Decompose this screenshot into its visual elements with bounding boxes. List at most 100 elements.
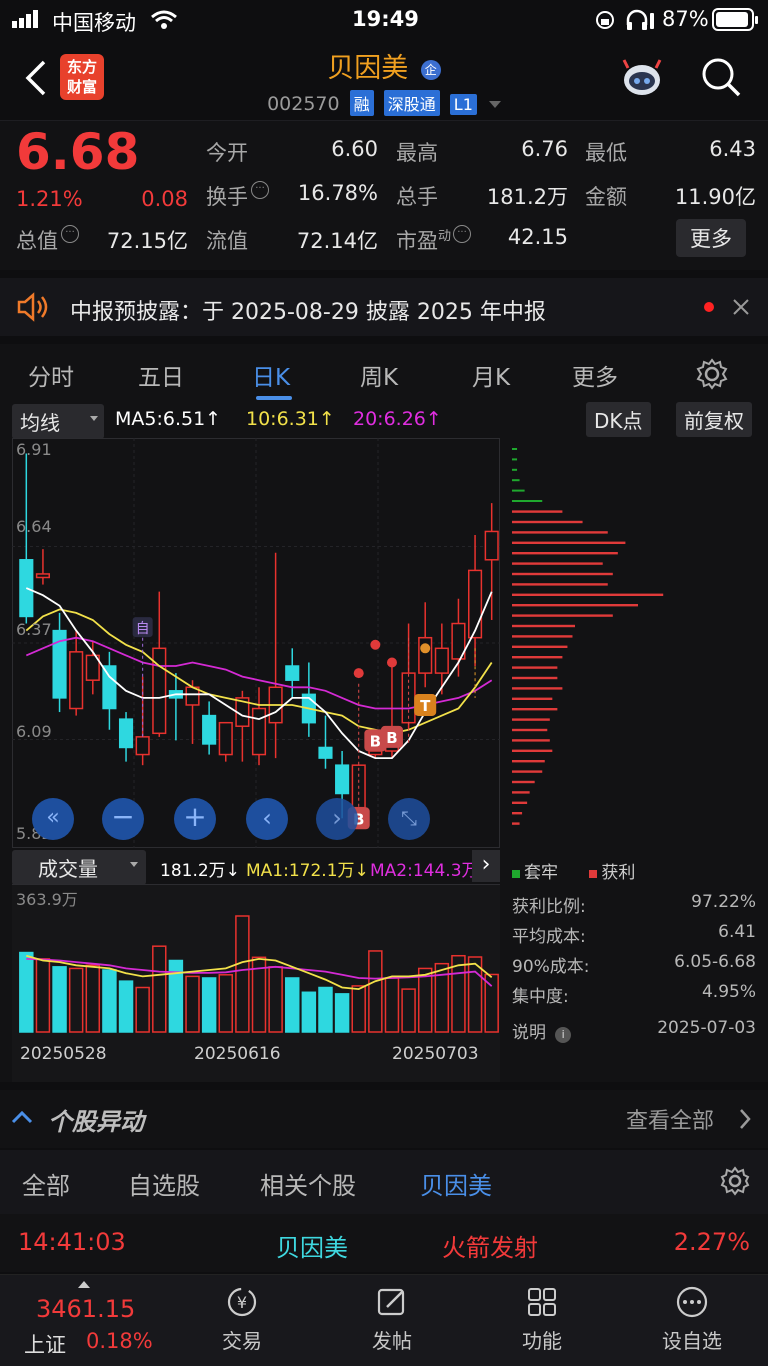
volume-max-label: 363.9万: [16, 890, 78, 909]
carrier-name: 中国移动: [52, 11, 136, 35]
volume-ma1-legend: MA1:172.1万↓: [246, 861, 369, 881]
svg-text:¥: ¥: [237, 1293, 247, 1312]
self-marker: 自: [132, 617, 153, 638]
chevron-right-icon[interactable]: ›: [472, 850, 500, 882]
tab-more[interactable]: 更多: [572, 358, 618, 392]
tab-daily-k[interactable]: 日K: [252, 358, 290, 392]
volume-bar-down: [201, 977, 217, 1033]
value-float-value: 72.14亿: [296, 229, 378, 253]
trade-icon: ¥: [227, 1287, 257, 1317]
self-marker-text: 自: [136, 621, 150, 637]
indicator-selector[interactable]: 均线: [12, 404, 104, 439]
forward-adjust-button[interactable]: 前复权: [676, 402, 752, 437]
tab-five-day[interactable]: 五日: [138, 358, 184, 392]
info-icon[interactable]: i: [555, 1027, 572, 1043]
index-value[interactable]: 3461.15: [36, 1295, 135, 1323]
label-float-value: 流值: [206, 229, 248, 253]
fullscreen-button[interactable]: ⤡: [388, 798, 430, 840]
value-pe: 42.15: [507, 225, 568, 249]
index-name[interactable]: 上证: [24, 1329, 66, 1359]
active-tab-indicator: [256, 396, 292, 400]
chip-legend: 套牢 获利: [512, 858, 635, 883]
tag-level: L1: [449, 94, 477, 115]
value-low: 6.43: [709, 137, 756, 161]
volume-indicator-selector[interactable]: 成交量: [12, 850, 146, 885]
volume-bar-down: [102, 969, 117, 1033]
movement-percent: 2.27%: [673, 1228, 750, 1256]
last-price: 6.68: [16, 123, 140, 181]
label-pe: 市盈动 ···: [396, 225, 472, 255]
y-tick-label: 6.09: [16, 722, 52, 741]
movement-row[interactable]: 14:41:03 贝因美 火箭发射 2.27%: [0, 1214, 768, 1272]
quote-panel: 6.68 1.21% 0.08 总值 ··· 72.15亿 今开 6.60 换手 ·…: [0, 120, 768, 270]
chip-bar-profit: [512, 552, 618, 555]
nav-functions[interactable]: 功能: [482, 1285, 602, 1354]
tab-all[interactable]: 全部: [22, 1166, 70, 1201]
chip-bar-profit: [512, 822, 520, 825]
chip-distribution-chart: [512, 448, 664, 825]
change-amount: 0.08: [141, 187, 188, 211]
signal-dot: [370, 639, 381, 650]
tab-intraday[interactable]: 分时: [28, 358, 74, 392]
tab-weekly-k[interactable]: 周K: [360, 358, 398, 392]
chip-bar-trapped: [512, 458, 518, 461]
candle-down: [102, 665, 117, 710]
chip-bar-profit: [512, 583, 608, 586]
candle-up: [135, 736, 150, 756]
dk-point-button[interactable]: DK点: [586, 402, 651, 437]
chip-bar-profit: [512, 749, 553, 752]
index-percent: 0.18%: [86, 1329, 153, 1353]
trapped-swatch: [512, 870, 520, 878]
nav-functions-label: 功能: [522, 1329, 562, 1353]
settings-gear-icon[interactable]: [696, 358, 728, 390]
unread-dot: [704, 302, 714, 312]
settings-gear-icon[interactable]: [720, 1166, 750, 1196]
stock-movement-header[interactable]: 个股异动 查看全部: [0, 1090, 768, 1148]
tab-monthly-k[interactable]: 月K: [472, 358, 510, 392]
scroll-left-fast-button[interactable]: «: [32, 798, 74, 840]
value-volume: 181.2万: [486, 185, 568, 209]
zoom-in-button[interactable]: +: [174, 798, 216, 840]
scroll-right-button[interactable]: ›: [316, 798, 358, 840]
chip-bar-profit: [512, 770, 543, 773]
chevron-up-icon[interactable]: [10, 1108, 34, 1126]
take-marker: T: [414, 693, 437, 716]
tab-watchlist[interactable]: 自选股: [128, 1166, 200, 1201]
view-all-link[interactable]: 查看全部: [626, 1103, 714, 1135]
chip-bar-profit: [512, 656, 563, 659]
tab-current-stock[interactable]: 贝因美: [420, 1166, 492, 1201]
chip-bar-profit: [512, 572, 613, 576]
x-tick-label: 20250703: [392, 1044, 479, 1064]
chevron-right-icon[interactable]: [738, 1108, 752, 1130]
chip-bar-trapped: [512, 500, 543, 502]
ma5-legend: MA5:6.51↑: [115, 408, 222, 430]
more-button[interactable]: 更多: [676, 219, 746, 257]
status-bar: 中国移动 19:49 87%: [0, 0, 768, 40]
notice-bar[interactable]: 中报预披露：于 2025-08-29 披露 2025 年中报: [0, 270, 768, 336]
candle-up: [484, 530, 499, 561]
signal-dot: [420, 643, 431, 654]
search-icon[interactable]: [700, 56, 742, 98]
tab-related[interactable]: 相关个股: [260, 1166, 356, 1201]
indicator-selector-label: 均线: [20, 411, 60, 435]
chevron-down-icon[interactable]: [488, 101, 501, 108]
zoom-out-button[interactable]: −: [102, 798, 144, 840]
tag-margin: 融: [349, 90, 374, 116]
buy-marker: B: [380, 725, 403, 748]
close-icon[interactable]: [732, 298, 750, 316]
nav-add-watchlist[interactable]: 设自选: [632, 1285, 752, 1354]
nav-trade[interactable]: ¥ 交易: [182, 1285, 302, 1354]
volume-selector-label: 成交量: [38, 857, 98, 881]
candle-up: [251, 707, 267, 756]
y-tick-label: 6.64: [16, 517, 52, 536]
chip-note-label[interactable]: 说明: [512, 1023, 546, 1043]
battery-icon: [712, 8, 758, 31]
nav-post[interactable]: 发帖: [332, 1285, 452, 1354]
label-high: 最高: [396, 141, 438, 165]
robot-assistant-icon[interactable]: [618, 54, 666, 102]
stock-name[interactable]: 贝因美: [327, 53, 408, 84]
caret-up-icon[interactable]: [78, 1281, 90, 1288]
value-turnover: 16.78%: [297, 181, 378, 205]
scroll-left-button[interactable]: ‹: [246, 798, 288, 840]
candlestick-chart[interactable]: 自BB BT: [12, 438, 500, 848]
